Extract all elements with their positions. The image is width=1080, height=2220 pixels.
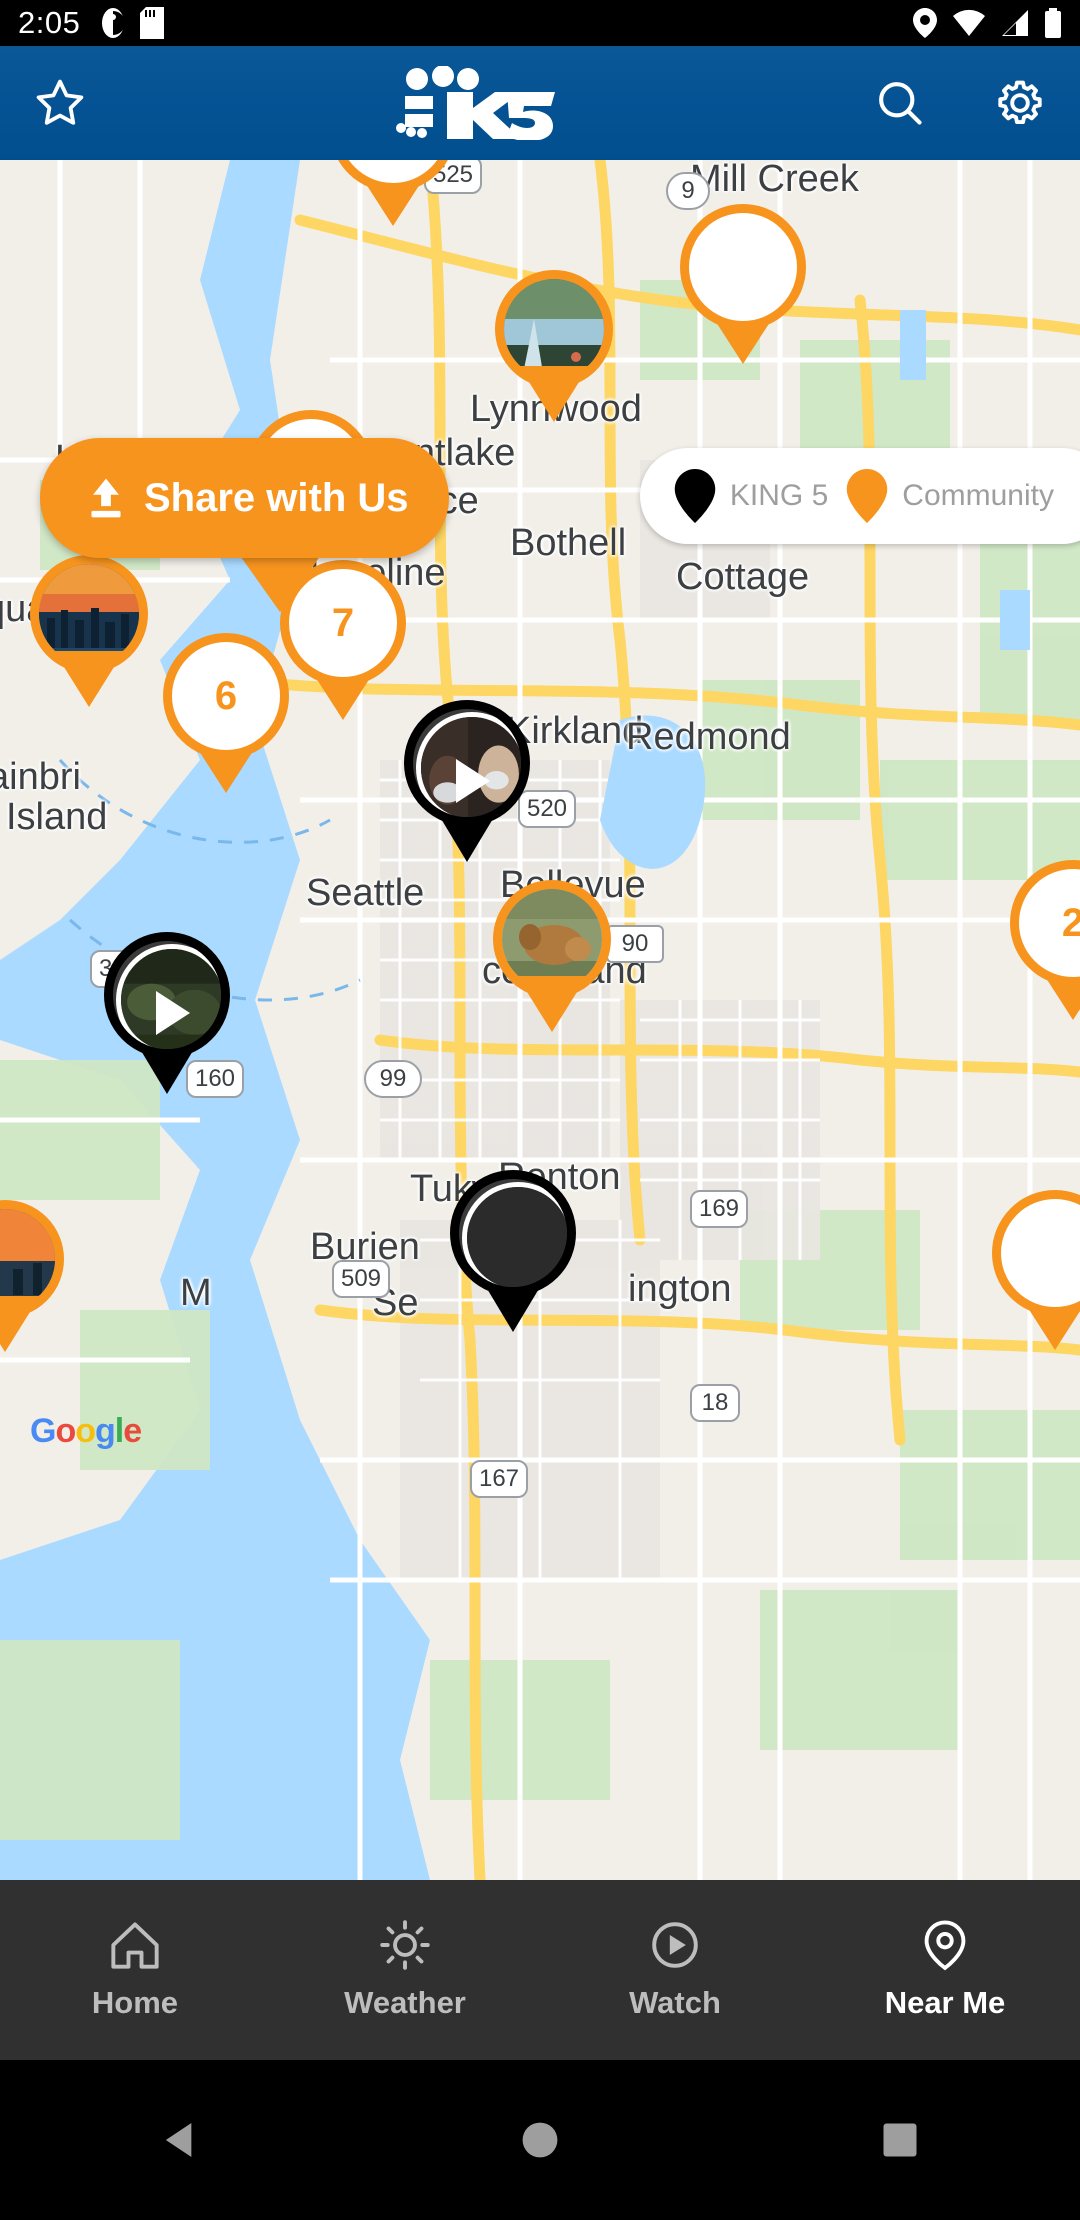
- highway-shield: 169: [690, 1190, 748, 1228]
- map-marker-photo[interactable]: [493, 880, 611, 1032]
- circle-home-icon: [522, 2122, 558, 2158]
- map-marker-video[interactable]: [404, 700, 530, 862]
- map-marker-video[interactable]: [104, 932, 230, 1094]
- app-root: 2:05 Mill Creek Lynnwood Bothell Cottage…: [0, 0, 1080, 2220]
- nav-item-home[interactable]: Home: [0, 1919, 270, 2021]
- marker-tail: [517, 976, 587, 1032]
- share-button-label: Share with Us: [144, 475, 409, 520]
- system-navigation-bar: [0, 2060, 1080, 2220]
- map-marker-video[interactable]: [450, 1170, 576, 1332]
- cluster-count: [992, 1190, 1080, 1316]
- map-marker-cluster[interactable]: 6: [163, 633, 289, 793]
- sd-card-icon: [140, 7, 165, 39]
- google-attribution: Google: [30, 1412, 142, 1450]
- location-icon: [913, 8, 937, 38]
- marker-tail: [519, 366, 589, 422]
- legend-label: Community: [902, 479, 1054, 512]
- highway-shield: 18: [690, 1384, 740, 1422]
- brand-logo: [120, 66, 840, 140]
- settings-button[interactable]: [960, 46, 1080, 160]
- cluster-count: [680, 204, 806, 330]
- k5-logo-icon: [396, 66, 555, 140]
- bottom-navigation: Home Weather Watch Near Me: [0, 1880, 1080, 2060]
- search-icon: [879, 82, 922, 125]
- nav-label: Home: [91, 1985, 179, 2020]
- nav-label: Weather: [344, 1985, 466, 2020]
- status-bar-clock: 2:05: [18, 5, 81, 40]
- cluster-count: 2: [1010, 860, 1080, 986]
- map-label: Bothell: [510, 522, 627, 564]
- legend-item-king5: KING 5: [674, 469, 828, 523]
- upload-icon: [91, 478, 121, 518]
- star-outline-icon: [36, 79, 84, 125]
- location-pin-icon: [924, 1920, 966, 1971]
- map-label: ington: [628, 1268, 732, 1310]
- map-marker-cluster[interactable]: [992, 1190, 1080, 1350]
- map-label: Seattle: [306, 872, 425, 914]
- nav-label: Watch: [629, 1985, 721, 2020]
- nav-item-near-me[interactable]: Near Me: [810, 1919, 1080, 2021]
- map-view[interactable]: Mill Creek Lynnwood Kingston Mountlake T…: [0, 160, 1080, 1880]
- map-pin-icon: [847, 469, 888, 523]
- cluster-count: 6: [163, 633, 289, 759]
- triangle-back-icon: [165, 2123, 192, 2157]
- map-legend: KING 5 Community: [639, 448, 1080, 544]
- map-marker-cluster[interactable]: 2: [1010, 860, 1080, 1020]
- cell-signal-icon: [1002, 10, 1028, 36]
- map-label: Island: [6, 796, 108, 838]
- cluster-count: [330, 160, 456, 192]
- play-icon: [456, 759, 490, 803]
- status-bar: 2:05: [0, 0, 1080, 46]
- gear-icon: [998, 80, 1042, 125]
- map-label: ainbri: [0, 756, 81, 798]
- system-back-button[interactable]: [0, 2121, 360, 2159]
- highway-shield: 509: [332, 1260, 390, 1298]
- highway-shield: 90: [606, 925, 664, 963]
- marker-tail: [0, 1296, 40, 1352]
- map-marker-cluster[interactable]: [330, 160, 456, 226]
- system-home-button[interactable]: [360, 2121, 720, 2159]
- map-marker-photo[interactable]: [0, 1200, 64, 1352]
- legend-item-community: Community: [846, 469, 1054, 523]
- map-marker-cluster[interactable]: [680, 204, 806, 364]
- share-with-us-button[interactable]: Share with Us: [40, 438, 449, 558]
- app-notification-icon: [102, 8, 126, 38]
- map-label: Cottage: [676, 556, 810, 598]
- system-recents-button[interactable]: [720, 2122, 1080, 2158]
- highway-shield: 167: [470, 1460, 528, 1498]
- favorites-button[interactable]: [0, 46, 120, 160]
- battery-icon: [1045, 8, 1061, 38]
- search-button[interactable]: [840, 46, 960, 160]
- play-circle-icon: [652, 1922, 698, 1968]
- map-marker-photo[interactable]: [495, 270, 613, 422]
- legend-label: KING 5: [729, 479, 829, 512]
- map-label: Redmond: [626, 716, 791, 758]
- wifi-icon: [953, 9, 985, 36]
- map-pin-icon: [674, 469, 716, 523]
- sun-icon: [380, 1920, 430, 1970]
- map-marker-photo[interactable]: [30, 555, 148, 707]
- home-icon: [111, 1922, 159, 1969]
- app-bar: [0, 46, 1080, 160]
- map-label: Mill Creek: [690, 160, 859, 200]
- nav-item-weather[interactable]: Weather: [270, 1919, 540, 2021]
- nav-label: Near Me: [884, 1985, 1006, 2020]
- square-recents-icon: [883, 2123, 917, 2157]
- map-label: M: [180, 1272, 212, 1314]
- marker-tail: [54, 651, 124, 707]
- share-button-tail: [236, 550, 324, 612]
- nav-item-watch[interactable]: Watch: [540, 1919, 810, 2021]
- highway-shield: 99: [364, 1060, 422, 1098]
- marker-thumbnail: [450, 1170, 576, 1296]
- play-icon: [156, 991, 190, 1035]
